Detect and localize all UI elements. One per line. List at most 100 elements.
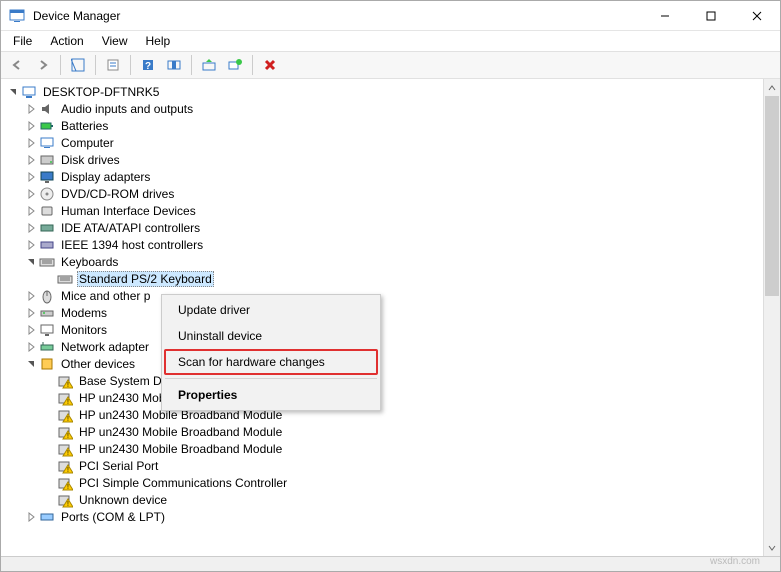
tree-node-label: HP un2430 Mobile Broadband Module <box>77 425 284 439</box>
toolbar-divider <box>60 55 61 75</box>
mouse-icon <box>39 288 55 304</box>
tree-node[interactable]: ! Unknown device <box>1 491 780 508</box>
warn-icon: ! <box>57 373 73 389</box>
tree-node-label: PCI Serial Port <box>77 459 160 473</box>
tree-node[interactable]: !HP un2430 Mobile Broadband Module <box>1 389 780 406</box>
tree-node[interactable]: IDE ATA/ATAPI controllers <box>1 219 780 236</box>
back-button[interactable] <box>5 53 29 77</box>
context-menu-divider <box>165 378 377 379</box>
forward-button[interactable] <box>31 53 55 77</box>
tree-node[interactable]: !HP un2430 Mobile Broadband Module <box>1 406 780 423</box>
expand-toggle[interactable] <box>23 206 39 216</box>
tree-node[interactable]: !Base System Dev <box>1 372 780 389</box>
expand-toggle[interactable] <box>23 240 39 250</box>
expand-toggle[interactable] <box>23 189 39 199</box>
tree-node[interactable]: Monitors <box>1 321 780 338</box>
menu-action[interactable]: Action <box>42 32 91 50</box>
scroll-up-arrow[interactable] <box>764 79 780 96</box>
menu-view[interactable]: View <box>94 32 136 50</box>
disk-icon <box>39 152 55 168</box>
tree-node[interactable]: Batteries <box>1 117 780 134</box>
show-hide-console-tree-button[interactable] <box>66 53 90 77</box>
svg-text:!: ! <box>67 416 69 423</box>
tree-node[interactable]: Display adapters <box>1 168 780 185</box>
watermark: wsxdn.com <box>710 556 760 567</box>
expand-toggle[interactable] <box>23 223 39 233</box>
expand-toggle[interactable] <box>23 172 39 182</box>
scroll-thumb[interactable] <box>765 96 779 296</box>
tree-node[interactable]: Audio inputs and outputs <box>1 100 780 117</box>
context-menu-item[interactable]: Properties <box>164 382 378 408</box>
context-menu-item[interactable]: Uninstall device <box>164 323 378 349</box>
tree-node-label: Network adapter <box>59 340 151 354</box>
expand-toggle[interactable] <box>23 512 39 522</box>
svg-text:!: ! <box>67 467 69 474</box>
expand-toggle[interactable] <box>23 155 39 165</box>
action-toolbar-button[interactable] <box>162 53 186 77</box>
expand-toggle[interactable] <box>23 342 39 352</box>
svg-text:!: ! <box>67 484 69 491</box>
display-icon <box>39 169 55 185</box>
scan-hardware-toolbar-button[interactable] <box>223 53 247 77</box>
tree-node[interactable]: Mice and other p <box>1 287 780 304</box>
vertical-scrollbar[interactable] <box>763 79 780 556</box>
device-tree-pane[interactable]: DESKTOP-DFTNRK5Audio inputs and outputsB… <box>1 79 780 556</box>
tree-node[interactable]: IEEE 1394 host controllers <box>1 236 780 253</box>
expand-toggle[interactable] <box>23 359 39 369</box>
warn-icon: ! <box>57 458 73 474</box>
toolbar: ? <box>1 51 780 79</box>
tree-node[interactable]: Other devices <box>1 355 780 372</box>
tree-node[interactable]: !PCI Simple Communications Controller <box>1 474 780 491</box>
minimize-button[interactable] <box>642 1 688 31</box>
battery-icon <box>39 118 55 134</box>
scroll-down-arrow[interactable] <box>764 539 780 556</box>
context-menu-item[interactable]: Scan for hardware changes <box>164 349 378 375</box>
svg-text:!: ! <box>67 501 69 508</box>
maximize-button[interactable] <box>688 1 734 31</box>
toolbar-divider <box>95 55 96 75</box>
help-toolbar-button[interactable]: ? <box>136 53 160 77</box>
tree-node-label: Unknown device <box>77 493 169 507</box>
update-driver-toolbar-button[interactable] <box>197 53 221 77</box>
expand-toggle[interactable] <box>23 291 39 301</box>
tree-node[interactable]: ! HP un2430 Mobile Broadband Module <box>1 423 780 440</box>
hid-icon <box>39 203 55 219</box>
tree-node[interactable]: DVD/CD-ROM drives <box>1 185 780 202</box>
svg-text:?: ? <box>145 61 151 72</box>
app-icon <box>9 8 25 24</box>
tree-node-label: Computer <box>59 136 116 150</box>
other-icon <box>39 356 55 372</box>
expand-toggle[interactable] <box>5 87 21 97</box>
tree-node[interactable]: Network adapter <box>1 338 780 355</box>
expand-toggle[interactable] <box>23 138 39 148</box>
toolbar-divider <box>252 55 253 75</box>
tree-node[interactable]: !HP un2430 Mobile Broadband Module <box>1 440 780 457</box>
expand-toggle[interactable] <box>23 121 39 131</box>
tree-node[interactable]: Ports (COM & LPT) <box>1 508 780 525</box>
tree-node[interactable]: Disk drives <box>1 151 780 168</box>
toolbar-divider <box>191 55 192 75</box>
tree-node[interactable]: ! PCI Serial Port <box>1 457 780 474</box>
tree-node-label: Modems <box>59 306 109 320</box>
close-button[interactable] <box>734 1 780 31</box>
expand-toggle[interactable] <box>23 308 39 318</box>
warn-icon: ! <box>57 424 73 440</box>
tree-node[interactable]: Human Interface Devices <box>1 202 780 219</box>
tree-node-label: Other devices <box>59 357 137 371</box>
expand-toggle[interactable] <box>23 104 39 114</box>
tree-node[interactable]: Keyboards <box>1 253 780 270</box>
context-menu-item[interactable]: Update driver <box>164 297 378 323</box>
uninstall-toolbar-button[interactable] <box>258 53 282 77</box>
computer-root-icon <box>21 84 37 100</box>
expand-toggle[interactable] <box>23 257 39 267</box>
tree-node[interactable]: Computer <box>1 134 780 151</box>
menu-help[interactable]: Help <box>138 32 179 50</box>
tree-node[interactable]: DESKTOP-DFTNRK5 <box>1 83 780 100</box>
menu-file[interactable]: File <box>5 32 40 50</box>
dvd-icon <box>39 186 55 202</box>
properties-toolbar-button[interactable] <box>101 53 125 77</box>
tree-node[interactable]: Standard PS/2 Keyboard <box>1 270 780 287</box>
tree-node[interactable]: Modems <box>1 304 780 321</box>
keyboard-icon <box>57 271 73 287</box>
expand-toggle[interactable] <box>23 325 39 335</box>
